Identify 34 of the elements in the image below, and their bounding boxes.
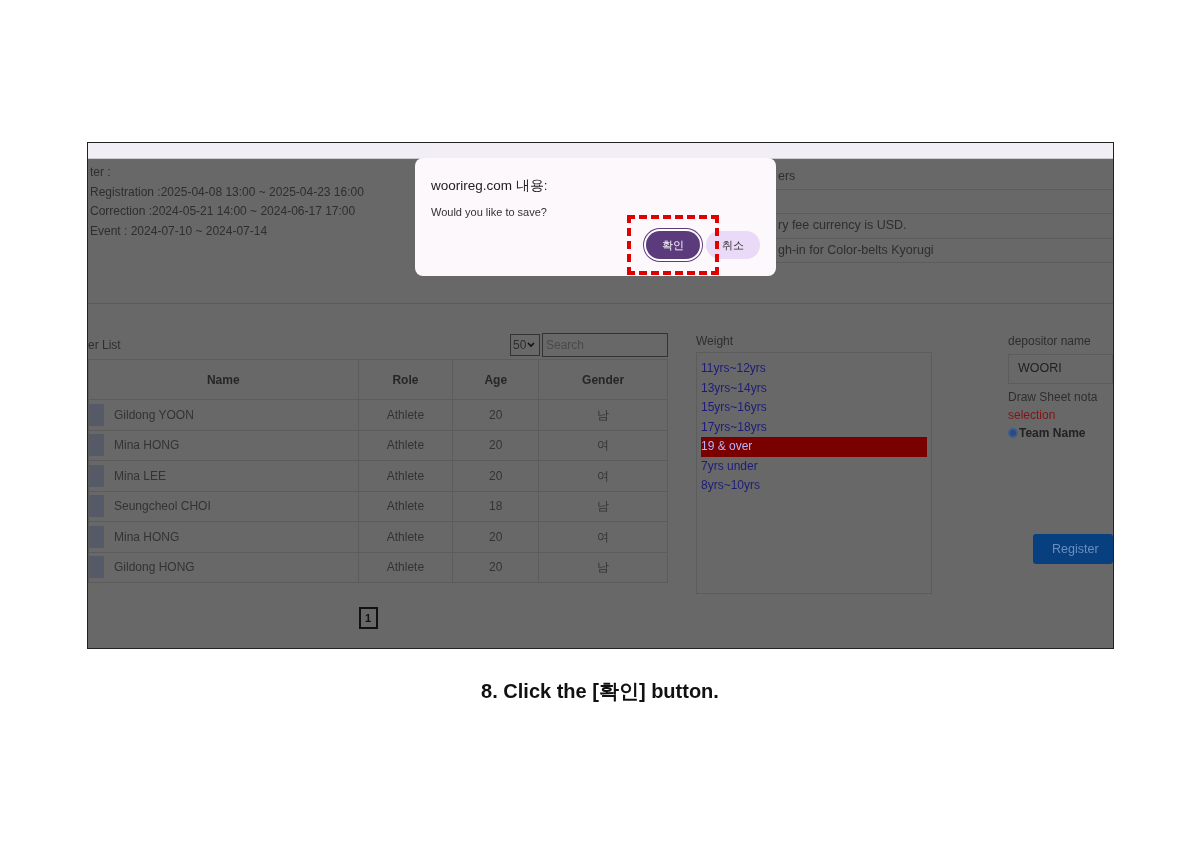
list-title: er List: [88, 337, 121, 354]
dialog-title: woorireg.com 내용:: [431, 177, 549, 195]
schedule-heading: ter :: [90, 164, 112, 181]
weight-option[interactable]: 7yrs under: [701, 456, 927, 476]
column-header: Gender: [538, 359, 668, 400]
column-header: Age: [452, 359, 539, 400]
depositor-field[interactable]: WOORI: [1008, 354, 1113, 384]
weight-option[interactable]: 11yrs~12yrs: [701, 359, 927, 379]
selection-hint: selection: [1008, 407, 1057, 424]
weight-label: Weight: [696, 333, 735, 350]
radio-button[interactable]: [1008, 428, 1018, 438]
dialog-message: Would you like to save?: [431, 205, 548, 221]
cancel-button[interactable]: 취소: [706, 230, 760, 259]
schedule-line: Event : 2024-07-10 ~ 2024-07-14: [90, 223, 268, 238]
weight-option[interactable]: 13yrs~14yrs: [701, 378, 927, 398]
schedule-line: Registration :2025-04-08 13:00 ~ 2025-04-23 16:00: [90, 184, 364, 199]
column-header: Role: [358, 359, 453, 400]
weight-option[interactable]: 15yrs~16yrs: [701, 398, 927, 418]
confirm-button[interactable]: 확인: [646, 230, 700, 259]
schedule-line: Correction :2024-05-21 14:00 ~ 2024-06-17 17:00: [90, 204, 356, 218]
weight-option[interactable]: 19 & over: [701, 437, 927, 457]
depositor-label: depositor name: [1008, 333, 1092, 350]
page-size-dropdown[interactable]: 50: [510, 334, 540, 356]
column-header: Name: [88, 359, 359, 400]
notice-text: ers: [778, 169, 796, 183]
notice-text: gh-in for Color-belts Kyorugi: [778, 242, 934, 257]
caret-icon: [527, 342, 536, 348]
register-button[interactable]: Register: [1033, 534, 1113, 564]
instruction-caption: 8. Click the [확인] button.: [480, 679, 720, 704]
page-button[interactable]: 1: [358, 607, 378, 629]
weight-option[interactable]: 8yrs~10yrs: [701, 476, 927, 496]
radio-label: Team Name: [1019, 425, 1086, 442]
weight-option[interactable]: 17yrs~18yrs: [701, 417, 927, 437]
draw-sheet-label: Draw Sheet nota: [1008, 389, 1099, 406]
